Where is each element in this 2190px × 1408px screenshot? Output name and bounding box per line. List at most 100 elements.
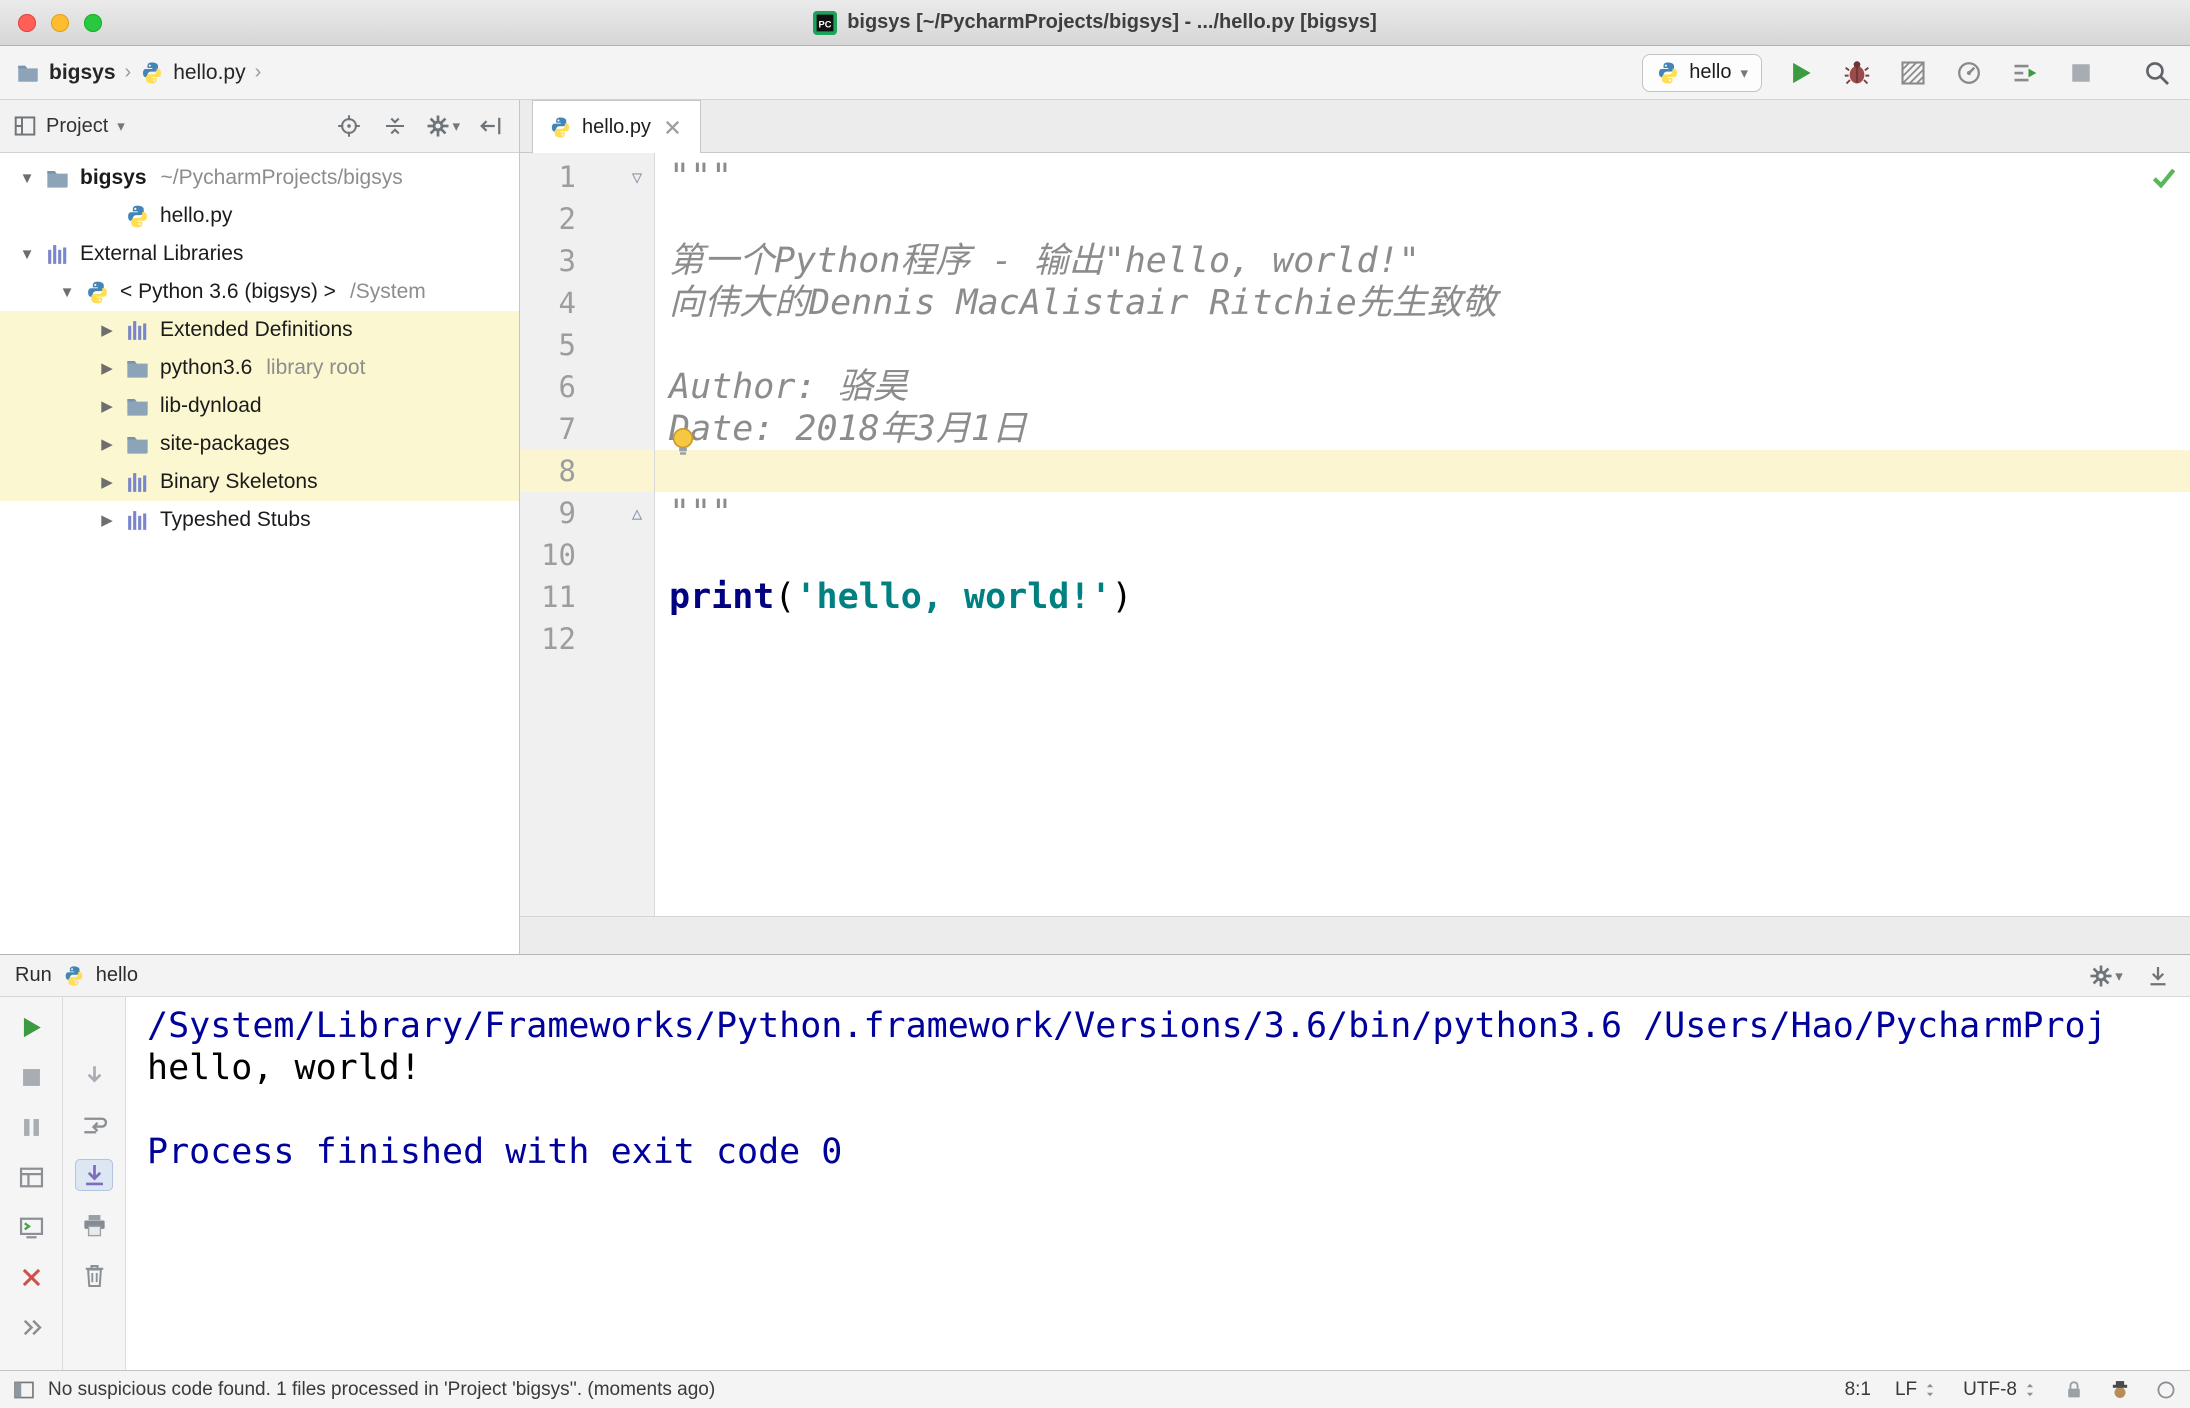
- run-with-coverage-button[interactable]: [1896, 56, 1930, 90]
- soft-wrap-button[interactable]: [75, 1109, 113, 1141]
- tree-item-python-3.6-bigsys[interactable]: ▼ < Python 3.6 (bigsys) > /System: [0, 273, 519, 311]
- down-the-stacktrace-button[interactable]: [75, 1059, 113, 1091]
- editor-code-line[interactable]: Author: 骆昊: [654, 366, 2190, 408]
- stop-button[interactable]: [12, 1061, 50, 1093]
- editor-code-line[interactable]: [654, 324, 2190, 366]
- run-panel-title[interactable]: Run: [15, 964, 52, 987]
- line-number: 11: [541, 580, 576, 614]
- rerun-button[interactable]: [12, 1011, 50, 1043]
- editor-gutter[interactable]: 1 ▿: [520, 156, 654, 198]
- editor-gutter[interactable]: 10: [520, 534, 654, 576]
- tree-item-typeshed-stubs[interactable]: ▶ Typeshed Stubs: [0, 501, 519, 539]
- close-window-button[interactable]: [18, 13, 36, 32]
- editor-code-line[interactable]: Date: 2018年3月1日: [654, 408, 2190, 450]
- tree-toggle-icon[interactable]: ▼: [12, 246, 42, 263]
- fold-marker-icon[interactable]: ▿: [620, 165, 654, 190]
- settings-button[interactable]: ▾: [426, 111, 460, 141]
- editor-code-line[interactable]: [654, 198, 2190, 240]
- tree-item-extended-definitions[interactable]: ▶ Extended Definitions: [0, 311, 519, 349]
- intention-bulb-icon[interactable]: [666, 425, 700, 459]
- tool-window-toggle-icon[interactable]: [13, 1379, 35, 1401]
- console-output[interactable]: /System/Library/Frameworks/Python.framew…: [126, 997, 2190, 1370]
- show-python-prompt-button[interactable]: [12, 1211, 50, 1243]
- editor-code-line[interactable]: print('hello, world!'): [654, 576, 2190, 618]
- restore-layout-button[interactable]: [12, 1161, 50, 1193]
- editor-gutter[interactable]: 4: [520, 282, 654, 324]
- editor-gutter[interactable]: 7: [520, 408, 654, 450]
- stop-button[interactable]: [2064, 56, 2098, 90]
- editor-tab-bar: hello.py: [520, 100, 2190, 153]
- editor-code-line[interactable]: 向伟大的Dennis MacAlistair Ritchie先生致敬: [654, 282, 2190, 324]
- editor-gutter[interactable]: 6: [520, 366, 654, 408]
- editor-code-line[interactable]: 第一个Python程序 - 输出"hello, world!": [654, 240, 2190, 282]
- code-token: 'hello, world!': [795, 577, 1112, 617]
- editor-gutter[interactable]: 11: [520, 576, 654, 618]
- more-options-button[interactable]: [12, 1311, 50, 1343]
- tree-toggle-icon[interactable]: ▶: [92, 397, 122, 415]
- locate-file-button[interactable]: [334, 111, 364, 141]
- collapse-all-button[interactable]: [380, 111, 410, 141]
- clear-all-button[interactable]: [75, 1259, 113, 1291]
- hide-panel-button[interactable]: [476, 111, 506, 141]
- inspection-status-icon[interactable]: [2150, 163, 2178, 191]
- tree-toggle-icon[interactable]: ▼: [52, 284, 82, 301]
- pause-output-button[interactable]: [12, 1111, 50, 1143]
- lock-icon[interactable]: [2063, 1379, 2085, 1401]
- toolbar-right: hello ▾: [1642, 53, 2174, 92]
- editor-code-line[interactable]: [654, 450, 2190, 492]
- tree-toggle-icon[interactable]: ▶: [92, 321, 122, 339]
- tree-item-site-packages[interactable]: ▶ site-packages: [0, 425, 519, 463]
- tree-toggle-icon[interactable]: ▶: [92, 511, 122, 529]
- tree-item-binary-skeletons[interactable]: ▶ Binary Skeletons: [0, 463, 519, 501]
- line-number: 9: [558, 496, 576, 530]
- run-button[interactable]: [1784, 56, 1818, 90]
- editor-code-line[interactable]: [654, 534, 2190, 576]
- run-config-name[interactable]: hello: [96, 964, 138, 987]
- tree-toggle-icon[interactable]: ▶: [92, 359, 122, 377]
- editor-gutter[interactable]: 5: [520, 324, 654, 366]
- editor-tab-hello-py[interactable]: hello.py: [532, 100, 701, 153]
- encoding-widget[interactable]: UTF-8: [1963, 1379, 2039, 1401]
- editor-gutter[interactable]: 8: [520, 450, 654, 492]
- tree-toggle-icon[interactable]: ▶: [92, 435, 122, 453]
- project-panel-title[interactable]: Project: [46, 115, 108, 138]
- editor-code-line[interactable]: [654, 618, 2190, 660]
- tree-toggle-icon[interactable]: ▶: [92, 473, 122, 491]
- code-token: 第一个Python程序 - 输出"hello, world!": [669, 241, 1420, 281]
- line-separator-widget[interactable]: LF: [1895, 1379, 1939, 1401]
- close-button[interactable]: [12, 1261, 50, 1293]
- search-everywhere-button[interactable]: [2140, 56, 2174, 90]
- run-configuration-select[interactable]: hello ▾: [1642, 53, 1762, 92]
- tree-item-hello.py[interactable]: hello.py: [0, 197, 519, 235]
- caret-position-widget[interactable]: 8:1: [1845, 1379, 1871, 1401]
- tree-item-bigsys[interactable]: ▼ bigsys ~/PycharmProjects/bigsys: [0, 159, 519, 197]
- settings-button[interactable]: ▾: [2089, 959, 2123, 993]
- fullscreen-window-button[interactable]: [84, 13, 102, 32]
- minimize-window-button[interactable]: [51, 13, 69, 32]
- tree-item-python3.6[interactable]: ▶ python3.6 library root: [0, 349, 519, 387]
- close-tab-icon[interactable]: [661, 116, 684, 139]
- tree-item-external-libraries[interactable]: ▼ External Libraries: [0, 235, 519, 273]
- debug-button[interactable]: [1840, 56, 1874, 90]
- tree-item-lib-dynload[interactable]: ▶ lib-dynload: [0, 387, 519, 425]
- hector-inspector-icon[interactable]: [2109, 1379, 2131, 1401]
- concurrency-diagram-button[interactable]: [2008, 56, 2042, 90]
- profile-button[interactable]: [1952, 56, 1986, 90]
- breadcrumb-file[interactable]: hello.py: [173, 61, 245, 85]
- fold-marker-icon[interactable]: ▵: [620, 501, 654, 526]
- print-button[interactable]: [75, 1209, 113, 1241]
- editor-code-line[interactable]: """: [654, 492, 2190, 534]
- editor-code-line[interactable]: """: [654, 156, 2190, 198]
- editor-gutter[interactable]: 2: [520, 198, 654, 240]
- editor-gutter[interactable]: 12: [520, 618, 654, 660]
- chevron-down-icon: ▾: [2115, 967, 2123, 985]
- code-editor[interactable]: 1 ▿ """ 2 3 第一个Python程序 - 输出"hello, world!" 4 向…: [520, 153, 2190, 916]
- line-number: 3: [558, 244, 576, 278]
- notifications-icon[interactable]: [2155, 1379, 2177, 1401]
- editor-gutter[interactable]: 9 ▵: [520, 492, 654, 534]
- tree-toggle-icon[interactable]: ▼: [12, 170, 42, 187]
- editor-gutter[interactable]: 3: [520, 240, 654, 282]
- scroll-to-end-button[interactable]: [75, 1159, 113, 1191]
- dock-button[interactable]: [2141, 959, 2175, 993]
- breadcrumb-project[interactable]: bigsys: [49, 61, 116, 85]
